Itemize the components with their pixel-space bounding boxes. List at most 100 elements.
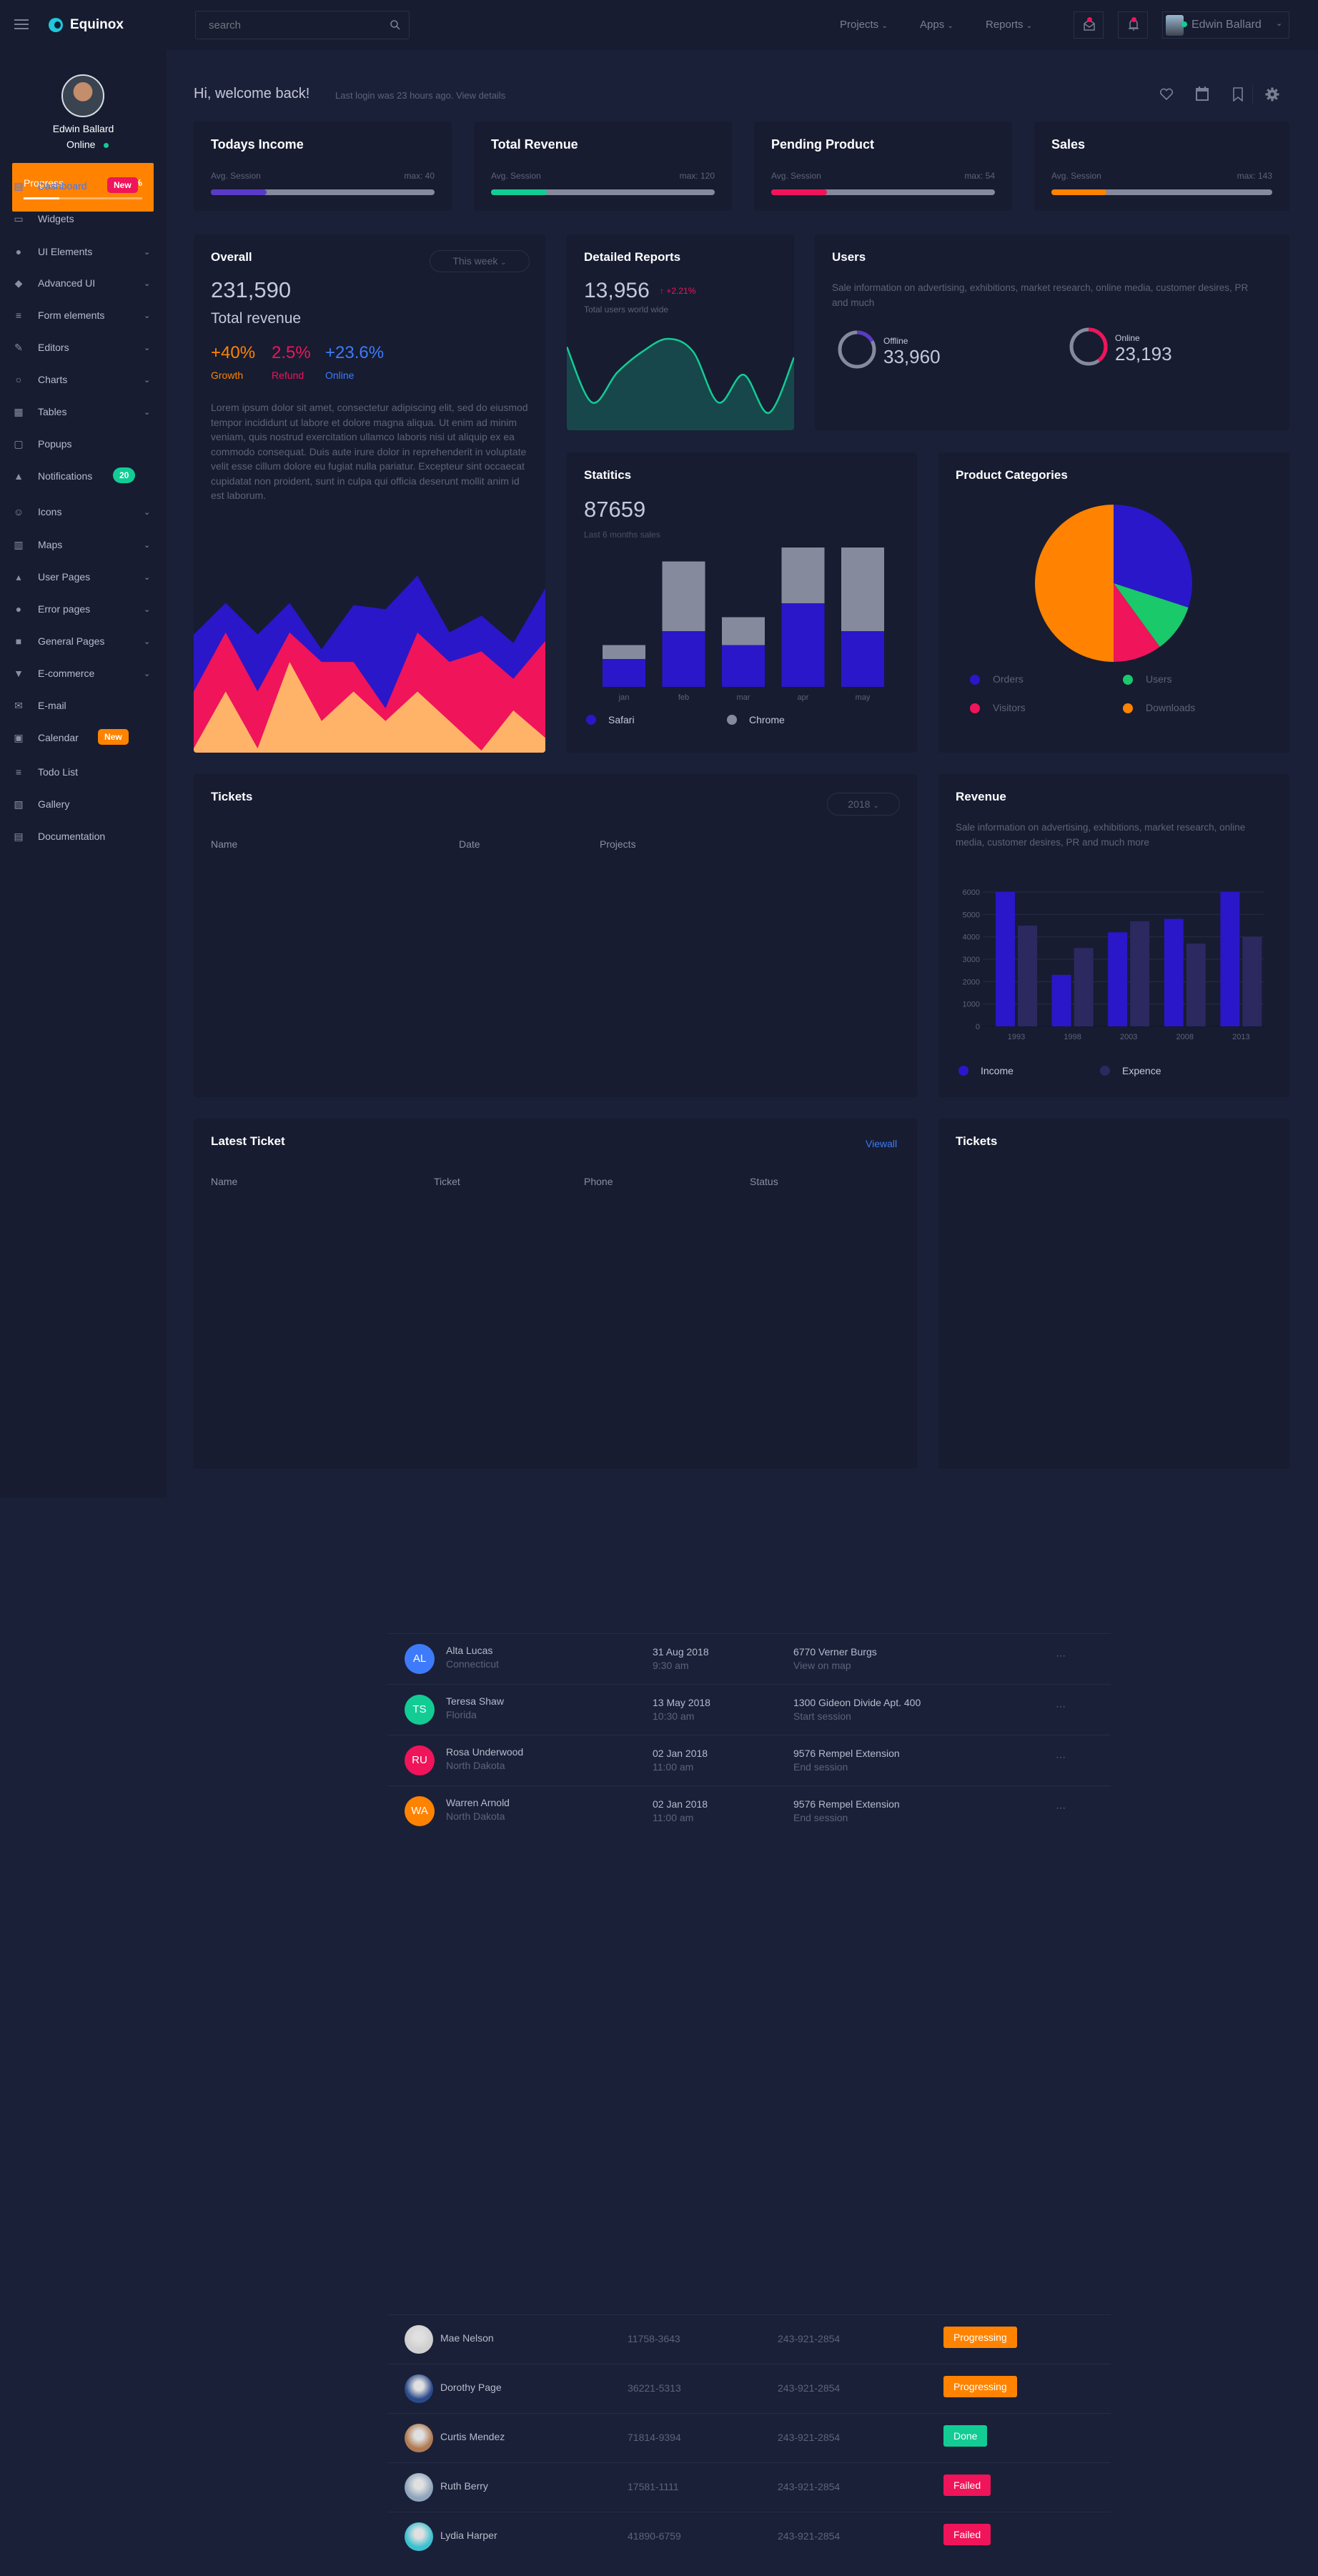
bar-safari-mar — [722, 645, 765, 687]
latest-ticket-row[interactable]: Lydia Harper 41890-6759 243-921-2854 Failed — [387, 2512, 1111, 2561]
document-icon: ▤ — [14, 831, 24, 842]
sidebar-item-form-elements[interactable]: ≡ Form elements ⌄ — [0, 304, 167, 326]
sidebar-item-user-pages[interactable]: ▴ User Pages ⌄ — [0, 566, 167, 588]
more-options-icon[interactable]: ⋯ — [1056, 1802, 1066, 1814]
calendar-icon[interactable] — [1196, 86, 1209, 101]
ticket-row[interactable]: WA Warren Arnold North Dakota 02 Jan 2018 11… — [387, 1786, 1111, 1836]
chevron-down-icon: ⌄ — [144, 605, 151, 614]
sidebar-item-todo-list[interactable]: ≡ Todo List — [0, 761, 167, 783]
latest-ticket-row[interactable]: Mae Nelson 11758-3643 243-921-2854 Progress… — [387, 2314, 1111, 2364]
legend-dot — [958, 1066, 968, 1076]
ticket-date: 02 Jan 2018 — [653, 1748, 708, 1759]
chevron-down-icon: ⌄ — [881, 22, 888, 30]
gear-icon[interactable] — [1265, 87, 1279, 101]
sidebar-item-maps[interactable]: ▥ Maps ⌄ — [0, 534, 167, 555]
user-icon: ▴ — [16, 571, 21, 583]
heart-icon[interactable] — [1159, 87, 1174, 101]
ticket-place: North Dakota — [446, 1760, 505, 1771]
calendar-icon: ▣ — [14, 732, 24, 743]
stat-card-pending-product: Pending Product Avg. Session max: 54 — [754, 122, 1012, 211]
more-options-icon[interactable]: ⋯ — [1056, 1751, 1066, 1763]
online-value: 23,193 — [1115, 343, 1172, 365]
bookmark-icon[interactable] — [1232, 87, 1244, 101]
stat-max: max: 54 — [964, 171, 995, 181]
messages-button[interactable] — [1074, 11, 1104, 39]
search-input[interactable] — [196, 11, 382, 39]
period-select[interactable]: This week ⌄ — [430, 250, 530, 272]
revenue-bar-chart: 0 1000 2000 3000 4000 5000 6000 1993 1998 2003 200… — [958, 888, 1264, 1076]
list-icon: ≡ — [15, 309, 22, 321]
users-card: Users Sale information on advertising, e… — [815, 234, 1289, 430]
ticket-action[interactable]: End session — [793, 1761, 848, 1773]
ticket-row[interactable]: RU Rosa Underwood North Dakota 02 Jan 2018 1… — [387, 1735, 1111, 1785]
sidebar-item-advanced-ui[interactable]: ◆ Advanced UI ⌄ — [0, 272, 167, 294]
stat-title: Pending Product — [771, 137, 874, 152]
user-menu[interactable]: Edwin Ballard ⌄ — [1162, 11, 1289, 39]
stat-card-sales: Sales Avg. Session max: 143 — [1034, 122, 1289, 211]
chevron-down-icon: ⌄ — [144, 279, 151, 288]
metric-label: Growth — [211, 370, 244, 381]
legend-label: Income — [981, 1065, 1014, 1076]
year-select[interactable]: 2018 ⌄ — [827, 793, 900, 816]
sidebar-item-editors[interactable]: ✎ Editors ⌄ — [0, 337, 167, 358]
latest-ticket-row[interactable]: Curtis Mendez 71814-9394 243-921-2854 Done — [387, 2413, 1111, 2462]
sidebar-item-dashboard[interactable]: ▤ Dashboard New — [0, 175, 167, 197]
stat-title: Todays Income — [211, 137, 304, 152]
notification-dot — [1087, 17, 1092, 22]
bar-income-2008 — [1164, 918, 1184, 1026]
nav-projects-label: Projects — [840, 19, 879, 31]
active-underline — [38, 194, 64, 196]
latest-ticket-row[interactable]: Ruth Berry 17581-1111 243-921-2854 Failed — [387, 2462, 1111, 2512]
ticket-list-title: Tickets — [956, 1134, 998, 1148]
sidebar-item-gallery[interactable]: ▧ Gallery — [0, 793, 167, 815]
overall-description: Lorem ipsum dolor sit amet, consectetur … — [211, 402, 528, 501]
notifications-button[interactable] — [1118, 11, 1148, 39]
sidebar-item-calendar[interactable]: ▣ Calendar New — [0, 727, 167, 748]
online-ring — [1069, 327, 1108, 366]
menu-toggle-icon[interactable] — [14, 19, 29, 29]
latest-ticket-row[interactable]: Dorothy Page 36221-5313 243-921-2854 Progre… — [387, 2364, 1111, 2413]
col-name: Name — [211, 838, 238, 850]
more-options-icon[interactable]: ⋯ — [1056, 1700, 1066, 1713]
search-icon[interactable] — [390, 20, 400, 30]
view-all-link[interactable]: Viewall — [866, 1138, 897, 1149]
detailed-value: 13,956 — [584, 279, 650, 302]
ticket-action[interactable]: Start session — [793, 1710, 851, 1722]
sidebar-item-icons[interactable]: ☺ Icons ⌄ — [0, 501, 167, 522]
sidebar-item-ui-elements[interactable]: ● UI Elements ⌄ — [0, 241, 167, 262]
sidebar-item-label: UI Elements — [38, 246, 93, 257]
ticket-row[interactable]: AL Alta Lucas Connecticut 31 Aug 2018 9:30 a… — [387, 1634, 1111, 1684]
legend-label: Orders — [993, 673, 1024, 685]
chevron-down-icon: ⌄ — [144, 573, 151, 582]
status-badge: Done — [943, 2425, 988, 2447]
y-tick-label: 1000 — [963, 1001, 980, 1009]
sidebar-item-documentation[interactable]: ▤ Documentation — [0, 826, 167, 847]
nav-reports[interactable]: Reports ⌄ — [986, 19, 1032, 31]
bar-income-2013 — [1220, 892, 1240, 1026]
sidebar-item-label: Advanced UI — [38, 277, 96, 289]
ticket-action[interactable]: End session — [793, 1812, 848, 1823]
sidebar-item-error-pages[interactable]: ● Error pages ⌄ — [0, 598, 167, 620]
more-options-icon[interactable]: ⋯ — [1056, 1650, 1066, 1662]
sidebar-item-widgets[interactable]: ▭ Widgets — [0, 208, 167, 229]
profile-name: Edwin Ballard — [52, 123, 114, 134]
revenue-description: Sale information on advertising, exhibit… — [956, 822, 1246, 848]
search-box[interactable] — [195, 11, 410, 39]
stat-progress-fill — [211, 189, 267, 195]
nav-projects[interactable]: Projects ⌄ — [840, 19, 888, 31]
sidebar-item-charts[interactable]: ○ Charts ⌄ — [0, 369, 167, 390]
sidebar-item-notifications[interactable]: ▲ Notifications 20 — [0, 465, 167, 487]
sidebar-item-popups[interactable]: ▢ Popups — [0, 433, 167, 455]
nav-apps-label: Apps — [920, 19, 945, 31]
sidebar-item-tables[interactable]: ▦ Tables ⌄ — [0, 401, 167, 422]
sidebar-item-e-commerce[interactable]: ▼ E-commerce ⌄ — [0, 663, 167, 684]
stat-progress-track — [1051, 189, 1272, 195]
sidebar-item-label: General Pages — [38, 635, 105, 647]
ticket-row[interactable]: TS Teresa Shaw Florida 13 May 2018 10:30 am 1… — [387, 1685, 1111, 1735]
nav-apps[interactable]: Apps ⌄ — [920, 19, 953, 31]
sidebar-item-general-pages[interactable]: ■ General Pages ⌄ — [0, 630, 167, 652]
ticket-action[interactable]: View on map — [793, 1660, 851, 1671]
legend-dot — [727, 715, 737, 725]
latest-name: Lydia Harper — [440, 2530, 497, 2541]
sidebar-item-e-mail[interactable]: ✉ E-mail — [0, 695, 167, 716]
